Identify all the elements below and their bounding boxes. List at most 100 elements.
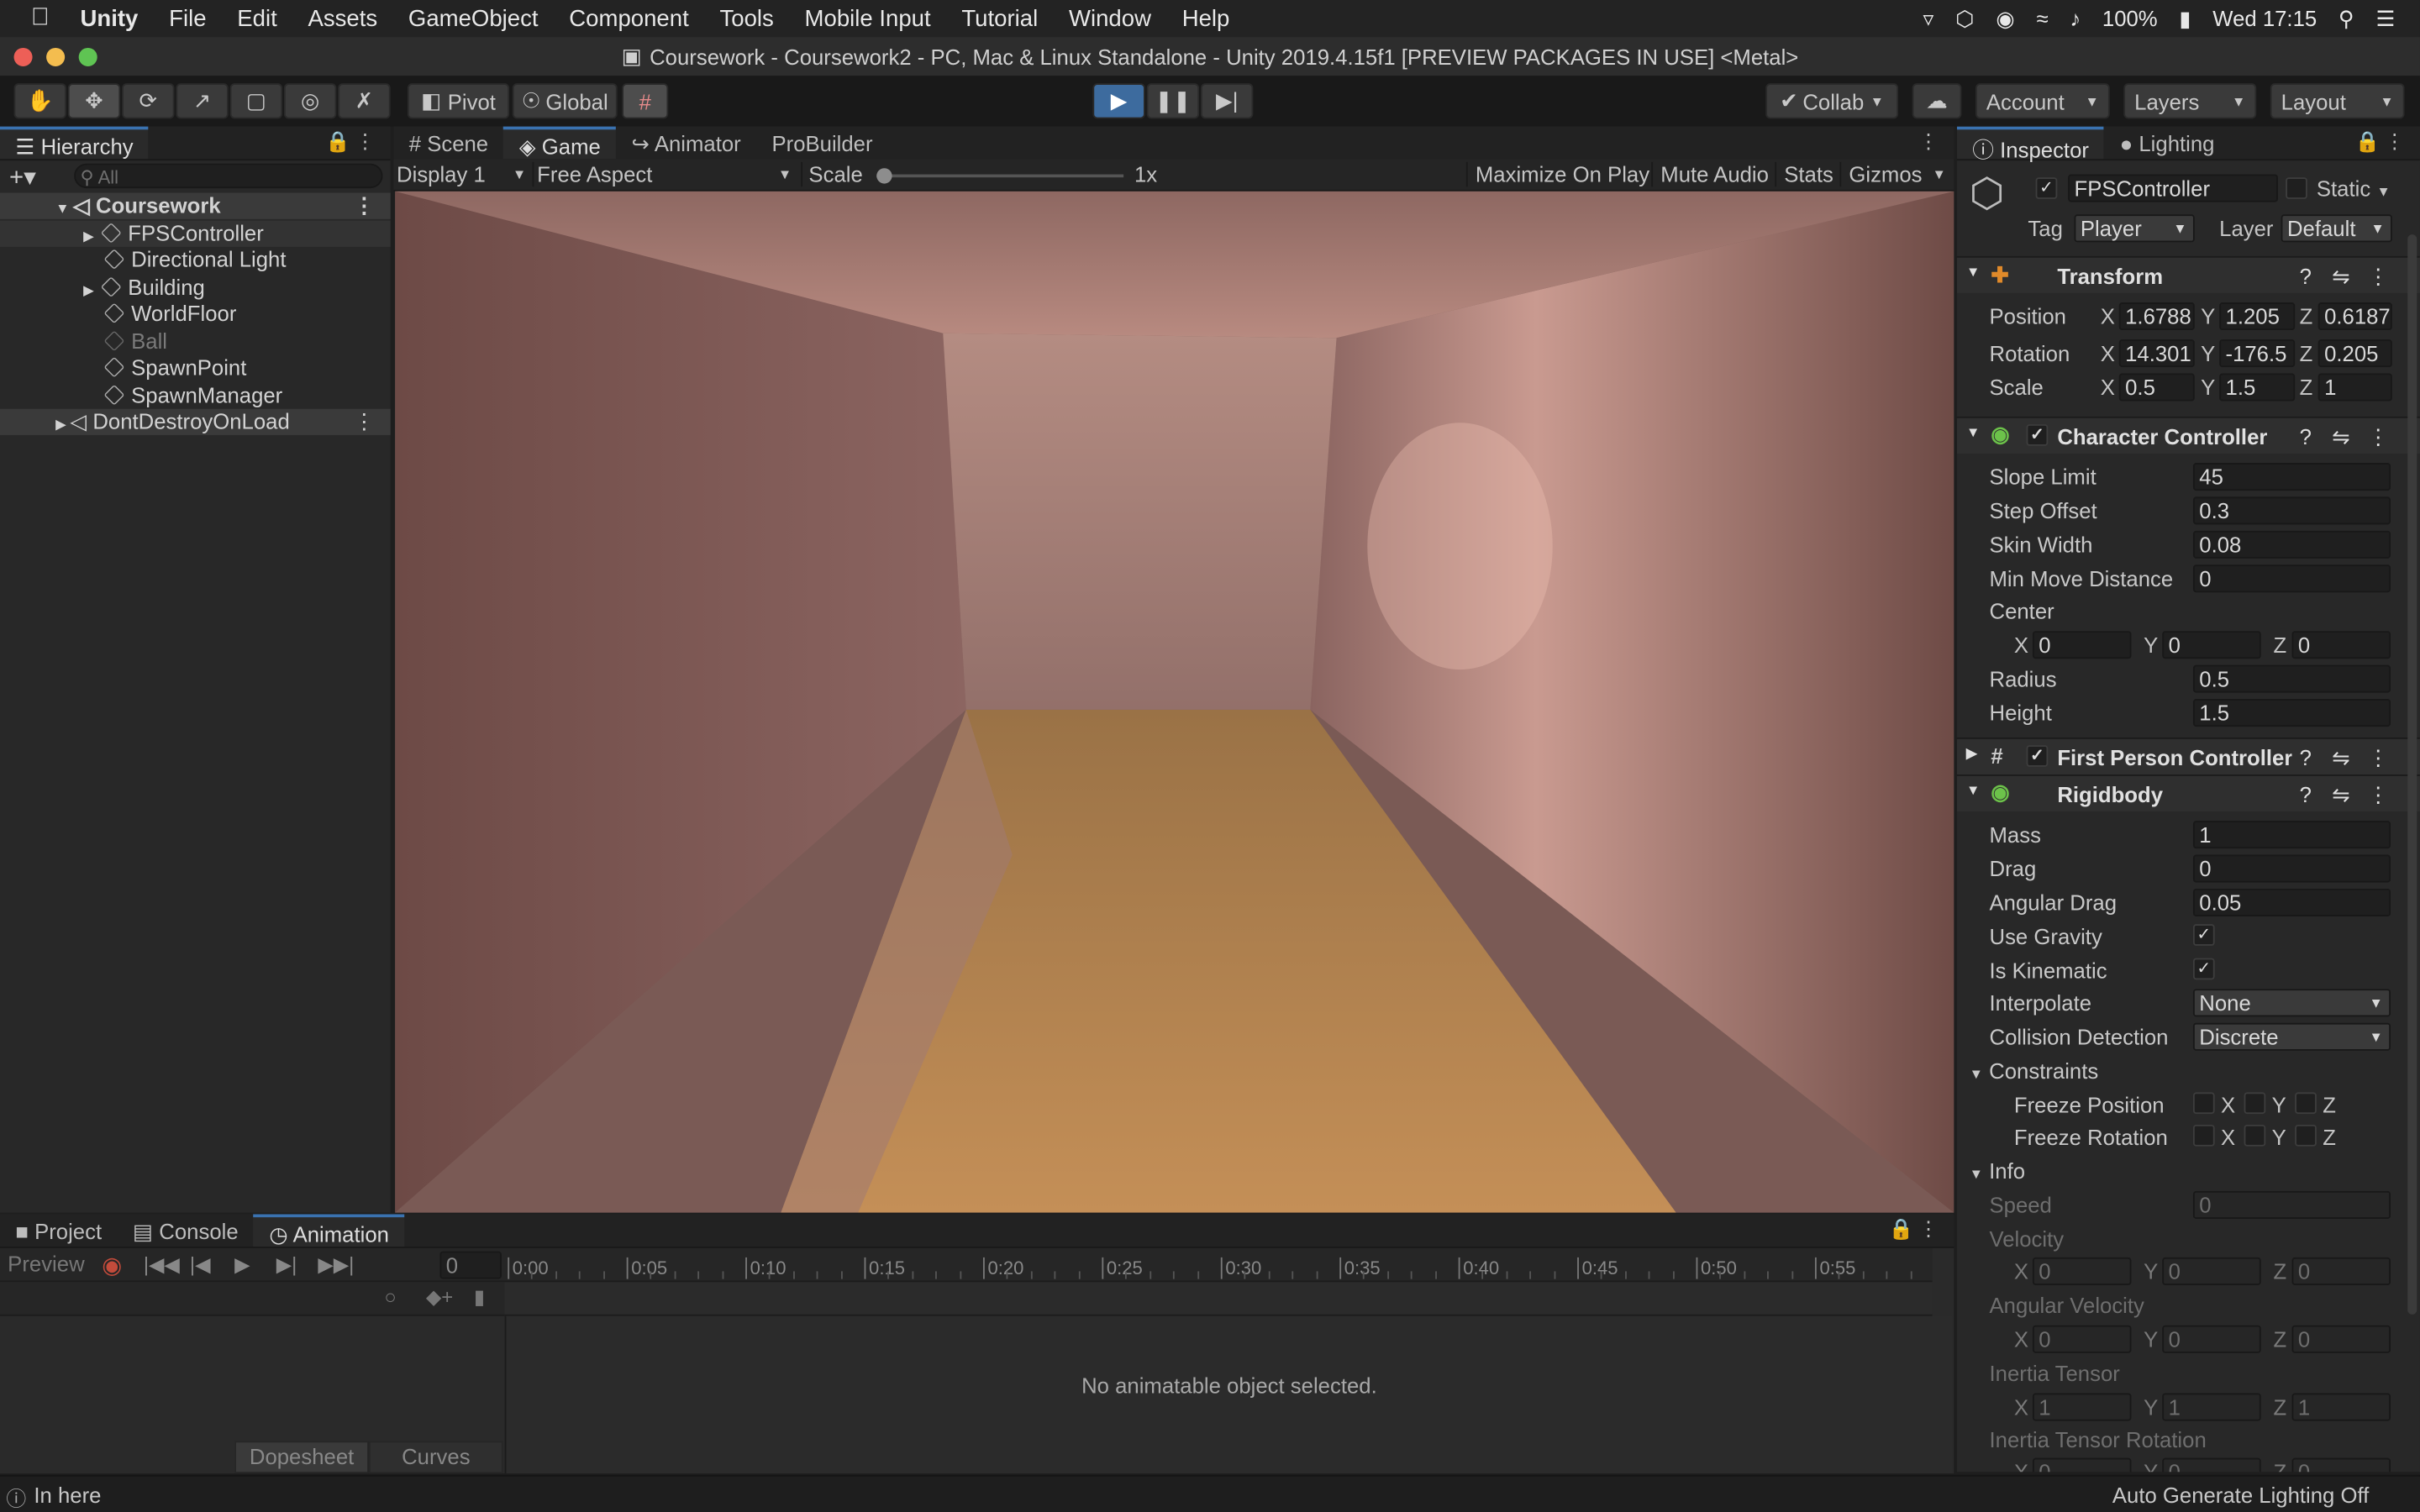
menu-mobile-input[interactable]: Mobile Input: [789, 5, 946, 31]
help-icon[interactable]: ?: [2300, 745, 2312, 769]
custom-tool-icon[interactable]: ✗: [338, 83, 391, 119]
tab-hierarchy[interactable]: ☰ Hierarchy: [0, 126, 149, 160]
filter-icon[interactable]: ○: [384, 1285, 396, 1309]
timeline-ruler[interactable]: 0:00 0:05 0:10 0:15 0:20 0:25 0:30 0:35 0:40 0:45…: [504, 1247, 1933, 1283]
first-keyframe-icon[interactable]: |◀◀: [144, 1252, 180, 1277]
collision-detection-dropdown[interactable]: Discrete ▼: [2192, 1022, 2391, 1051]
menu-tools[interactable]: Tools: [704, 5, 789, 31]
active-checkbox[interactable]: ✓: [2035, 177, 2058, 199]
cloud-icon[interactable]: ☁: [1912, 83, 1962, 119]
zoom-window-button[interactable]: [78, 47, 97, 66]
aspect-dropdown[interactable]: Free Aspect ▼: [532, 161, 792, 187]
curves-tab[interactable]: Curves: [368, 1441, 503, 1474]
kebab-menu-icon[interactable]: ⋮: [1918, 1217, 1939, 1242]
hierarchy-item-building[interactable]: ▶ Building: [0, 275, 391, 301]
help-icon[interactable]: ?: [2300, 424, 2312, 449]
pause-button[interactable]: ❚❚: [1146, 83, 1200, 119]
apple-icon[interactable]: : [0, 5, 65, 33]
tab-scene[interactable]: # Scene: [393, 127, 503, 160]
add-event-icon[interactable]: ▮: [474, 1285, 485, 1310]
menu-tutorial[interactable]: Tutorial: [946, 5, 1054, 31]
tab-probuilder[interactable]: ProBuilder: [756, 127, 888, 160]
minimize-window-button[interactable]: [46, 47, 66, 66]
tab-inspector[interactable]: ⓘ Inspector: [1956, 126, 2105, 162]
preset-icon[interactable]: ⇋: [2332, 424, 2350, 450]
rotation-x-field[interactable]: 14.301: [2118, 339, 2195, 368]
center-x-field[interactable]: 0: [2032, 631, 2132, 659]
auto-lighting-status[interactable]: Auto Generate Lighting Off: [2112, 1483, 2369, 1507]
move-tool-icon[interactable]: ✥: [67, 83, 121, 119]
frame-field[interactable]: 0: [439, 1251, 502, 1279]
tag-dropdown[interactable]: Player ▼: [2074, 214, 2195, 243]
slope-limit-field[interactable]: 45: [2192, 463, 2391, 491]
play-animation-icon[interactable]: ▶: [234, 1252, 250, 1277]
kebab-menu-icon[interactable]: ⋮: [2367, 745, 2389, 771]
menu-gameobject[interactable]: GameObject: [393, 5, 554, 31]
dopesheet-tab[interactable]: Dopesheet: [234, 1441, 369, 1474]
center-y-field[interactable]: 0: [2162, 631, 2261, 659]
freeze-rotation-x-checkbox[interactable]: [2192, 1124, 2215, 1147]
rotate-tool-icon[interactable]: ⟳: [122, 83, 175, 119]
kebab-menu-icon[interactable]: ⋮: [2385, 129, 2405, 154]
kebab-menu-icon[interactable]: ⋮: [2367, 264, 2389, 290]
dopesheet-area[interactable]: No animatable object selected.: [504, 1315, 1953, 1474]
pivot-toggle[interactable]: ◧ Pivot: [407, 83, 510, 119]
collab-dropdown[interactable]: ✔ Collab ▼: [1765, 83, 1899, 119]
menu-edit[interactable]: Edit: [222, 5, 292, 31]
lock-icon[interactable]: 🔒: [1889, 1217, 1914, 1242]
add-keyframe-icon[interactable]: ◆+: [426, 1285, 453, 1310]
rotation-y-field[interactable]: -176.5: [2219, 339, 2296, 368]
position-z-field[interactable]: 0.6187: [2317, 302, 2392, 331]
component-enabled-checkbox[interactable]: ✓: [2026, 424, 2049, 446]
battery-icon[interactable]: ▮: [2179, 5, 2191, 31]
rotation-z-field[interactable]: 0.205: [2317, 339, 2392, 368]
scale-slider-track[interactable]: [876, 168, 1124, 184]
position-x-field[interactable]: 1.6788: [2118, 302, 2195, 331]
hierarchy-item-ball[interactable]: Ball: [0, 328, 391, 354]
lock-icon[interactable]: 🔒: [2354, 129, 2380, 154]
menu-app-unity[interactable]: Unity: [65, 5, 154, 31]
scale-z-field[interactable]: 1: [2317, 373, 2392, 402]
hierarchy-item-spawnmanager[interactable]: SpawnManager: [0, 383, 391, 409]
freeze-position-z-checkbox[interactable]: [2295, 1092, 2317, 1115]
static-checkbox[interactable]: [2286, 177, 2307, 199]
tab-console[interactable]: ▤ Console: [117, 1214, 254, 1247]
event-track[interactable]: [504, 1282, 1933, 1316]
control-center-icon[interactable]: ☰: [2375, 5, 2395, 31]
help-icon[interactable]: ?: [2300, 264, 2312, 288]
global-toggle[interactable]: ☉ Global: [512, 83, 618, 119]
tab-game[interactable]: ◈ Game: [503, 126, 617, 160]
mass-field[interactable]: 1: [2192, 821, 2391, 849]
unity-status-icon[interactable]: ▿: [1923, 5, 1934, 31]
prev-keyframe-icon[interactable]: |◀: [190, 1252, 211, 1277]
menu-component[interactable]: Component: [554, 5, 704, 31]
center-z-field[interactable]: 0: [2291, 631, 2391, 659]
preset-icon[interactable]: ⇋: [2332, 782, 2350, 808]
display-dropdown[interactable]: Display 1 ▼: [397, 162, 526, 186]
spotlight-search-icon[interactable]: ⚲: [2338, 5, 2354, 31]
binoculars-icon[interactable]: ◉: [1996, 5, 2014, 31]
layers-dropdown[interactable]: Layers ▼: [2123, 83, 2257, 119]
position-y-field[interactable]: 1.205: [2219, 302, 2296, 331]
use-gravity-checkbox[interactable]: ✓: [2192, 924, 2215, 946]
rect-tool-icon[interactable]: ▢: [229, 83, 283, 119]
scale-y-field[interactable]: 1.5: [2219, 373, 2296, 402]
preset-icon[interactable]: ⇋: [2332, 264, 2350, 290]
first-person-controller-header[interactable]: ▶ # ✓ First Person Controller ( ? ⇋ ⋮: [1956, 737, 2420, 775]
static-dropdown[interactable]: Static ▼: [2317, 176, 2391, 200]
constraints-foldout[interactable]: ▼ Constraints: [1970, 1058, 2099, 1083]
freeze-rotation-y-checkbox[interactable]: [2244, 1124, 2266, 1147]
clock[interactable]: Wed 17:15: [2212, 6, 2317, 30]
preview-toggle[interactable]: Preview: [8, 1252, 84, 1276]
menu-help[interactable]: Help: [1166, 5, 1244, 31]
gizmos-toggle[interactable]: Gizmos: [1839, 161, 1923, 187]
scene-root-coursework[interactable]: ▼ ◁ Coursework ⋮: [0, 192, 391, 219]
kebab-menu-icon[interactable]: ⋮: [355, 129, 375, 154]
inspector-scrollbar[interactable]: [2407, 234, 2417, 1315]
transform-header[interactable]: ▼ ✚ Transform ? ⇋ ⋮: [1956, 255, 2420, 293]
menu-file[interactable]: File: [154, 5, 222, 31]
help-icon[interactable]: ?: [2300, 782, 2312, 806]
info-foldout[interactable]: ▼ Info: [1970, 1158, 2025, 1183]
hierarchy-search-input[interactable]: ⚲ All: [74, 163, 383, 189]
volume-icon[interactable]: ♪: [2070, 6, 2081, 30]
